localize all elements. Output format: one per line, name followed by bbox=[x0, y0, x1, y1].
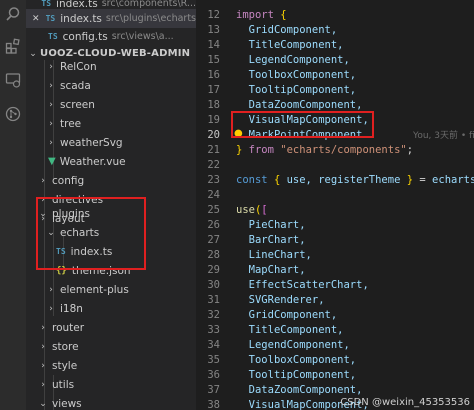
chevron-down-icon: ⌄ bbox=[39, 398, 47, 409]
chevron-right-icon: › bbox=[41, 379, 45, 390]
tree-folder[interactable]: › element-plus bbox=[26, 280, 196, 299]
line-number: 32 bbox=[207, 309, 220, 321]
git-blame-annotation: You, 3天前 • fix: bbox=[413, 131, 474, 141]
line-number: 26 bbox=[207, 219, 220, 231]
chevron-right-icon: › bbox=[49, 284, 53, 295]
code-line: use([ bbox=[236, 204, 268, 216]
tree-folder[interactable]: › config bbox=[26, 171, 196, 190]
line-number: 18 bbox=[207, 99, 220, 111]
code-line: import { bbox=[236, 9, 287, 21]
line-number: 12 bbox=[207, 9, 220, 21]
code-line: EffectScatterChart, bbox=[248, 279, 369, 291]
tree-folder[interactable]: › weatherSvg bbox=[26, 133, 196, 152]
code-line: GridComponent, bbox=[248, 24, 338, 36]
code-line: ToolboxComponent, bbox=[248, 69, 357, 81]
chevron-right-icon: › bbox=[49, 137, 53, 148]
tree-folder[interactable]: › style bbox=[26, 356, 196, 375]
open-editor-path: src\plugins\echarts bbox=[105, 13, 196, 24]
chevron-right-icon: › bbox=[49, 303, 53, 314]
watermark: CSDN @weixin_45353536 bbox=[340, 397, 470, 408]
line-number: 25 bbox=[207, 204, 220, 216]
line-number: 15 bbox=[207, 54, 220, 66]
chevron-right-icon: › bbox=[49, 61, 53, 72]
open-editor-path: src\views\a... bbox=[111, 31, 174, 42]
highlight-box bbox=[231, 111, 374, 138]
chevron-right-icon: › bbox=[41, 341, 45, 352]
open-editor-name: config.ts bbox=[62, 30, 108, 43]
code-line: MapChart, bbox=[248, 264, 306, 276]
code-line: TooltipComponent, bbox=[248, 369, 357, 381]
open-editor-item-active[interactable]: ✕ TS index.ts src\plugins\echarts bbox=[26, 9, 196, 28]
line-number: 37 bbox=[207, 384, 220, 396]
line-number: 35 bbox=[207, 354, 220, 366]
code-line: } from "echarts/components"; bbox=[236, 144, 414, 156]
line-number: 19 bbox=[207, 114, 220, 126]
line-number: 29 bbox=[207, 264, 220, 276]
line-number: 22 bbox=[207, 159, 220, 171]
tree-folder[interactable]: › i18n bbox=[26, 299, 196, 318]
tree-folder[interactable]: › RelCon bbox=[26, 57, 196, 76]
code-line: GridComponent, bbox=[248, 309, 338, 321]
open-editor-path: src\components\R... bbox=[101, 0, 196, 9]
line-number: 17 bbox=[207, 84, 220, 96]
extensions-icon[interactable] bbox=[3, 36, 23, 56]
vue-icon: ▼ bbox=[48, 156, 56, 167]
line-number: 36 bbox=[207, 369, 220, 381]
line-number: 30 bbox=[207, 279, 220, 291]
code-line: LegendComponent, bbox=[248, 339, 350, 351]
line-number: 33 bbox=[207, 324, 220, 336]
chevron-right-icon: › bbox=[49, 80, 53, 91]
git-icon[interactable] bbox=[3, 104, 23, 124]
code-line: PieChart, bbox=[248, 219, 306, 231]
code-line: TitleComponent, bbox=[248, 39, 344, 51]
search-icon[interactable] bbox=[3, 4, 23, 24]
line-number: 28 bbox=[207, 249, 220, 261]
line-number: 24 bbox=[207, 189, 220, 201]
typescript-icon: TS bbox=[41, 0, 52, 8]
line-number: 14 bbox=[207, 39, 220, 51]
line-number: 27 bbox=[207, 234, 220, 246]
tree-folder[interactable]: › utils bbox=[26, 375, 196, 394]
line-number: 23 bbox=[207, 174, 220, 186]
chevron-right-icon: › bbox=[49, 118, 53, 129]
code-line: LegendComponent, bbox=[248, 54, 350, 66]
typescript-icon: TS bbox=[48, 32, 58, 41]
chevron-right-icon: › bbox=[41, 360, 45, 371]
tree-folder-expanded[interactable]: ⌄ views bbox=[26, 394, 196, 410]
typescript-icon: TS bbox=[45, 14, 56, 23]
chevron-right-icon: › bbox=[41, 175, 45, 186]
code-editor[interactable]: 12 13 14 15 16 17 18 19 20 21 22 23 24 25 26 27 28 29 30 31… bbox=[196, 0, 474, 410]
tree-folder[interactable]: › router bbox=[26, 318, 196, 337]
code-line: LineChart, bbox=[248, 249, 312, 261]
tree-folder[interactable]: › store bbox=[26, 337, 196, 356]
line-number: 16 bbox=[207, 69, 220, 81]
code-line: BarChart, bbox=[248, 234, 306, 246]
code-line: TooltipComponent, bbox=[248, 84, 357, 96]
line-number: 13 bbox=[207, 24, 220, 36]
chevron-right-icon: › bbox=[41, 322, 45, 333]
line-number: 38 bbox=[207, 399, 220, 410]
code-line: SVGRenderer, bbox=[248, 294, 325, 306]
close-icon[interactable]: ✕ bbox=[32, 14, 40, 24]
code-line: TitleComponent, bbox=[248, 324, 344, 336]
highlight-box bbox=[36, 197, 146, 270]
remote-explorer-icon[interactable] bbox=[3, 70, 23, 90]
tree-folder[interactable]: › scada bbox=[26, 76, 196, 95]
tree-file[interactable]: ▼ Weather.vue bbox=[26, 152, 196, 171]
open-editor-name: index.ts bbox=[60, 12, 102, 25]
tree-folder[interactable]: › screen bbox=[26, 95, 196, 114]
tree-folder[interactable]: › tree bbox=[26, 114, 196, 133]
code-line: const { use, registerTheme } = echarts; bbox=[236, 174, 474, 186]
code-line: DataZoomComponent, bbox=[248, 384, 363, 396]
line-number: 20 bbox=[207, 129, 220, 141]
code-line: ToolboxComponent, bbox=[248, 354, 357, 366]
line-number: 34 bbox=[207, 339, 220, 351]
chevron-right-icon: › bbox=[49, 99, 53, 110]
activity-bar bbox=[0, 0, 26, 410]
line-number: 21 bbox=[207, 144, 220, 156]
line-number: 31 bbox=[207, 294, 220, 306]
